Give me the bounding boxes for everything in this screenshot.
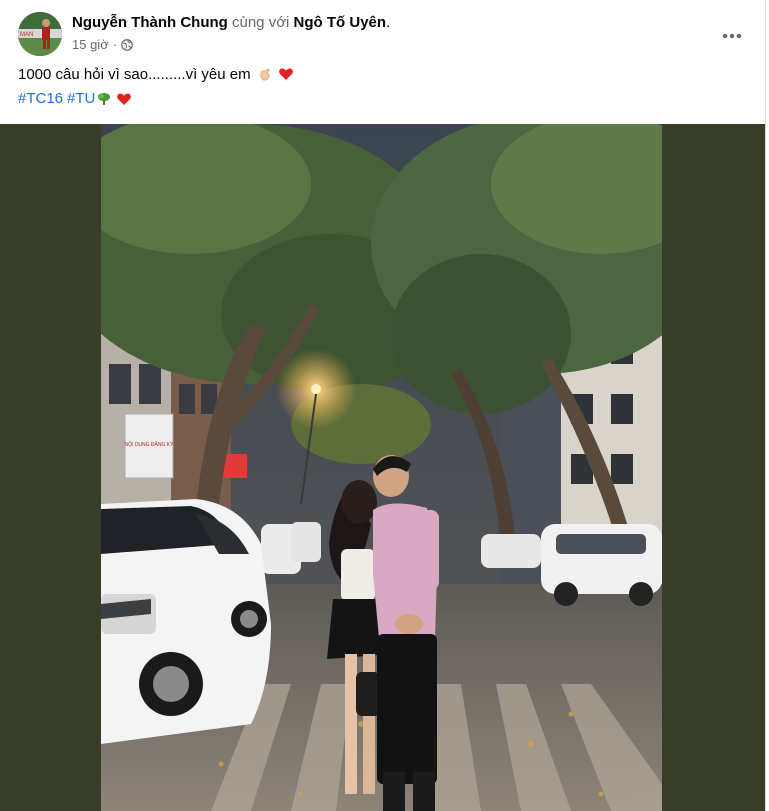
- hashtags: #TC16 #TU: [18, 90, 132, 107]
- post-meta: 15 giờ ·: [72, 37, 133, 52]
- post-photo[interactable]: NỘI DUNG ĐĂNG KÝ: [101, 124, 662, 811]
- street-couple-photo: NỘI DUNG ĐĂNG KÝ: [101, 124, 662, 811]
- globe-icon[interactable]: [121, 38, 133, 51]
- author-avatar[interactable]: MAN: [18, 12, 62, 56]
- shop-sign: NỘI DUNG ĐĂNG KÝ: [125, 441, 175, 448]
- plant-icon: [96, 91, 112, 107]
- post-time[interactable]: 15 giờ: [72, 37, 109, 52]
- post-photo-frame: NỘI DUNG ĐĂNG KÝ: [0, 124, 765, 811]
- post-header: MAN Nguyễn Thành Chung cùng với Ngô Tố U…: [18, 12, 758, 58]
- red-heart-icon: [278, 66, 294, 86]
- caption-text: 1000 câu hỏi vì sao.........vì yêu em: [18, 66, 251, 83]
- tagged-suffix: .: [386, 14, 391, 31]
- post-caption: 1000 câu hỏi vì sao.........vì yêu em: [18, 66, 294, 86]
- pinched-hand-icon: [258, 66, 274, 86]
- author-line: Nguyễn Thành Chung cùng với Ngô Tố Uyên.: [72, 14, 390, 31]
- hashtag-tu[interactable]: #TU: [67, 90, 95, 107]
- tagged-user-name[interactable]: Ngô Tố Uyên: [294, 14, 387, 31]
- more-options-icon[interactable]: [714, 18, 750, 54]
- svg-text:MAN: MAN: [20, 32, 33, 38]
- red-heart-icon: [116, 91, 132, 107]
- with-text: cùng với: [232, 14, 290, 31]
- meta-dot: ·: [112, 37, 118, 52]
- facebook-post: MAN Nguyễn Thành Chung cùng với Ngô Tố U…: [0, 0, 766, 811]
- author-name[interactable]: Nguyễn Thành Chung: [72, 14, 228, 31]
- hashtag-tc16[interactable]: #TC16: [18, 90, 63, 107]
